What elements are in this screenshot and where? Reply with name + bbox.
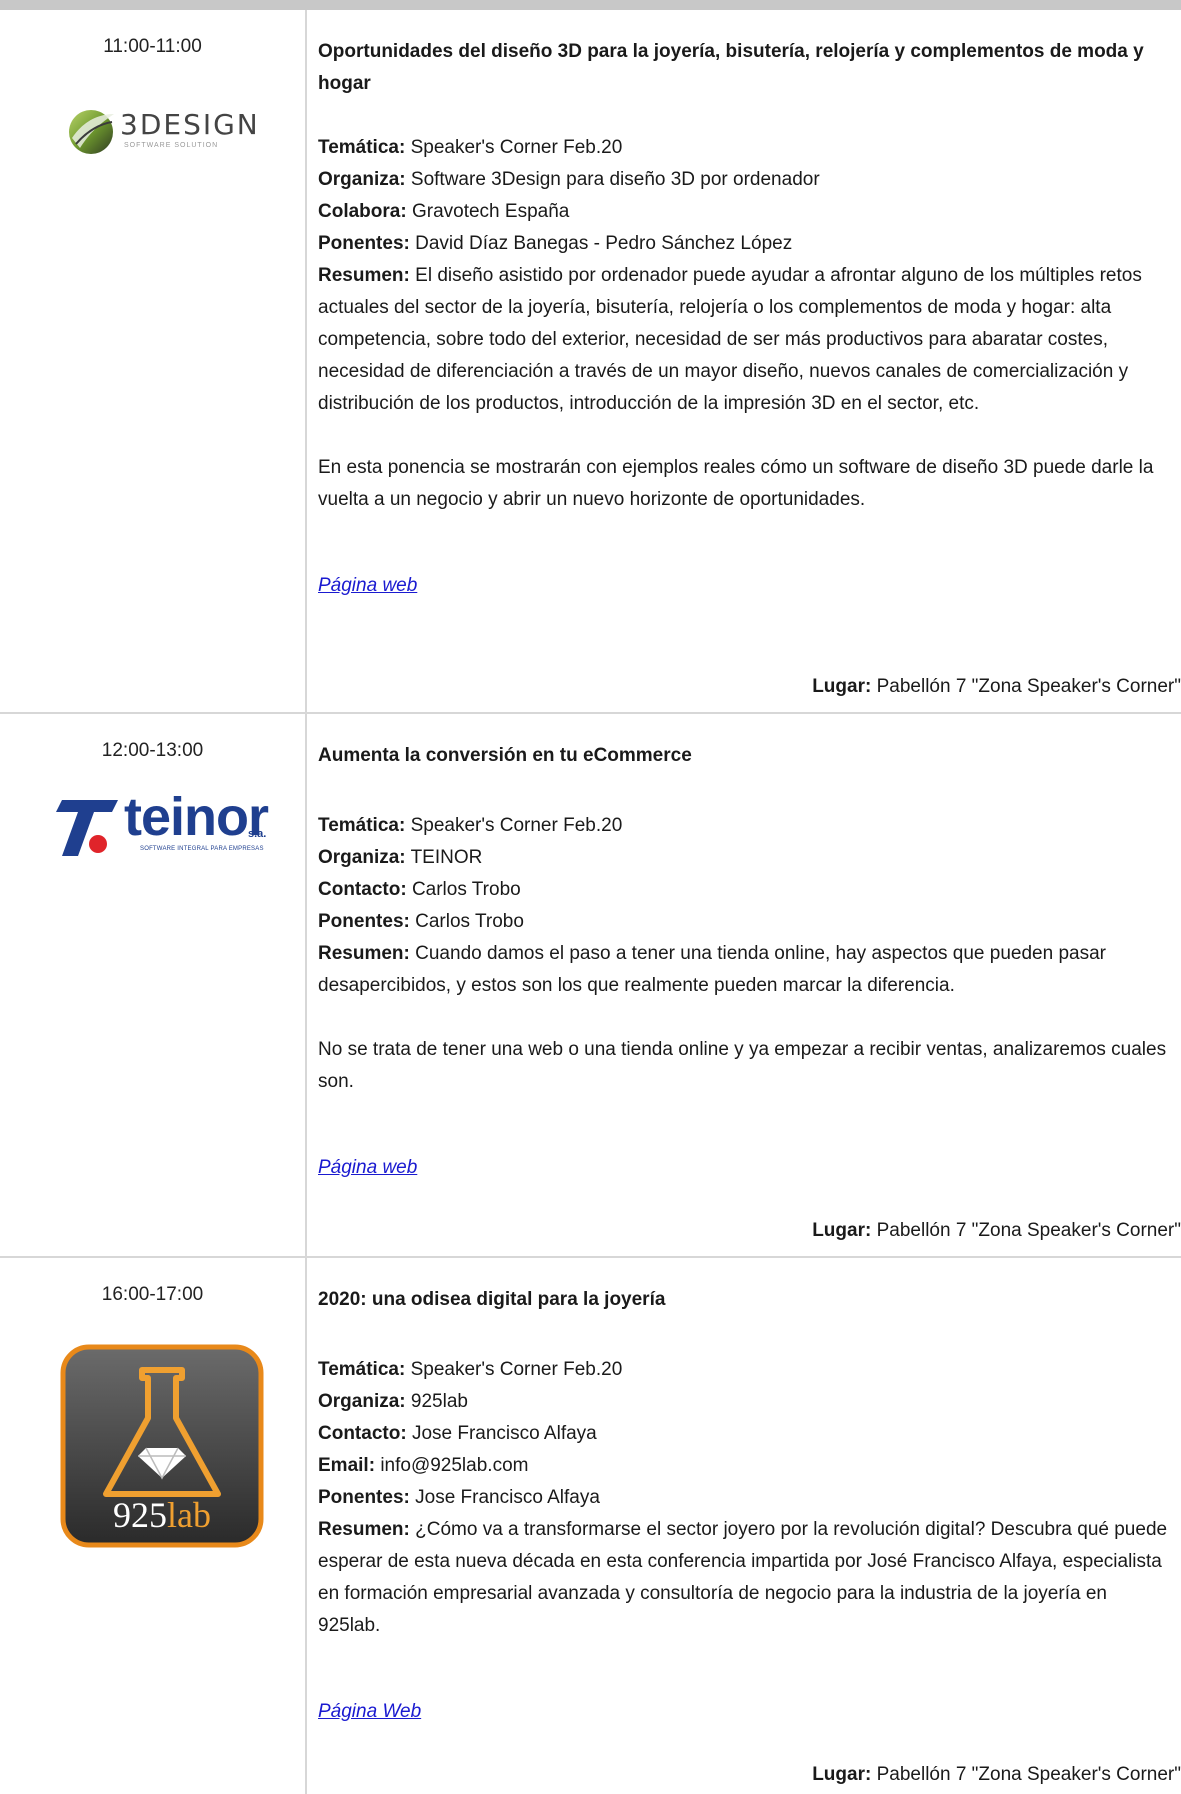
event-details: Oportunidades del diseño 3D para la joye… [318,36,1173,602]
logo-tagline: SOFTWARE INTEGRAL PARA EMPRESAS [140,846,264,852]
website-link[interactable]: Página web [318,1157,417,1178]
schedule-page: 11:00-11:00 3DESIGN SOFTWARE SOLUTION Op… [0,0,1181,1794]
event-location: Lugar: Pabellón 7 "Zona Speaker's Corner… [812,1764,1181,1785]
field-resumen: Resumen: Cuando damos el paso a tener un… [318,943,1106,996]
website-link[interactable]: Página web [318,575,417,596]
field-organiza: Organiza: Software 3Design para diseño 3… [318,169,820,190]
logo-wordmark: teinor [124,787,269,847]
3design-logo: 3DESIGN SOFTWARE SOLUTION [66,100,261,160]
logo-tagline: SOFTWARE SOLUTION [124,142,219,149]
event-extra-paragraph: En esta ponencia se mostrarán con ejempl… [318,457,1154,510]
field-tematica: Temática: Speaker's Corner Feb.20 [318,815,623,836]
field-colabora: Colabora: Gravotech España [318,201,570,222]
event-location: Lugar: Pabellón 7 "Zona Speaker's Corner… [812,676,1181,697]
event-location: Lugar: Pabellón 7 "Zona Speaker's Corner… [812,1220,1181,1241]
925lab-logo: 925lab [60,1344,264,1548]
field-ponentes: Ponentes: Carlos Trobo [318,911,524,932]
field-contacto: Contacto: Carlos Trobo [318,879,521,900]
field-ponentes: Ponentes: David Díaz Banegas - Pedro Sán… [318,233,793,254]
event-details: Aumenta la conversión en tu eCommerce Te… [318,740,1173,1184]
field-resumen: Resumen: ¿Cómo va a transformarse el sec… [318,1519,1168,1636]
field-resumen: Resumen: El diseño asistido por ordenado… [318,265,1142,414]
table-header-bar [0,0,1181,10]
table-row: 16:00-17:00 925lab 2020: una odisea digi… [0,1258,1181,1794]
logo-sa: s.a. [248,828,267,840]
teinor-logo: teinor s.a. SOFTWARE INTEGRAL PARA EMPRE… [56,787,271,860]
field-ponentes: Ponentes: Jose Francisco Alfaya [318,1487,600,1508]
table-row: 12:00-13:00 teinor s.a. SOFTWARE INTEGRA… [0,714,1181,1256]
event-extra-paragraph: No se trata de tener una web o una tiend… [318,1039,1167,1092]
logo-wordmark: 925lab [113,1495,211,1535]
field-contacto: Contacto: Jose Francisco Alfaya [318,1423,597,1444]
event-title: 2020: una odisea digital para la joyería [318,1289,666,1310]
field-tematica: Temática: Speaker's Corner Feb.20 [318,1359,623,1380]
event-time: 11:00-11:00 [103,36,202,57]
event-title: Oportunidades del diseño 3D para la joye… [318,41,1144,94]
event-time: 12:00-13:00 [101,740,204,761]
table-row: 11:00-11:00 3DESIGN SOFTWARE SOLUTION Op… [0,10,1181,712]
logo-wordmark: 3DESIGN [120,108,260,141]
field-email: Email: info@925lab.com [318,1455,529,1476]
field-tematica: Temática: Speaker's Corner Feb.20 [318,137,623,158]
field-organiza: Organiza: TEINOR [318,847,483,868]
event-time: 16:00-17:00 [101,1284,204,1305]
event-title: Aumenta la conversión en tu eCommerce [318,745,692,766]
website-link[interactable]: Página Web [318,1701,421,1722]
event-details: 2020: una odisea digital para la joyería… [318,1284,1173,1728]
field-organiza: Organiza: 925lab [318,1391,468,1412]
